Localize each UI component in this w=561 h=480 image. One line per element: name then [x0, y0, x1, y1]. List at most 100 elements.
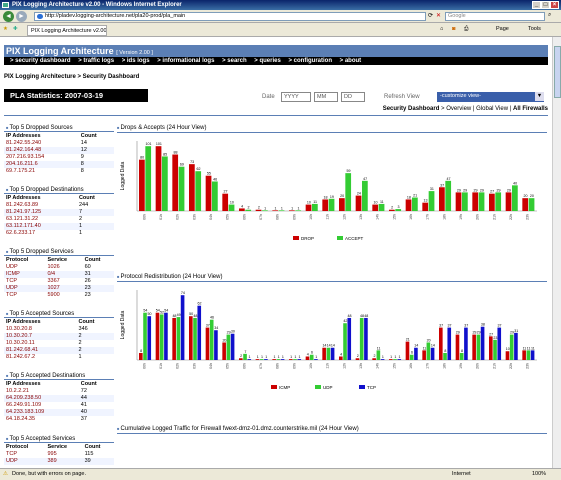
table-row[interactable]: 81.242.68.41 2 — [4, 347, 114, 354]
search-icon[interactable]: ⌕ — [548, 12, 551, 19]
table-row[interactable]: 207.216.93.154 9 — [4, 154, 114, 161]
tools-menu[interactable]: Tools — [528, 26, 541, 32]
table-row[interactable]: 63.112.171.40 1 — [4, 223, 114, 230]
scroll-thumb[interactable] — [554, 46, 561, 98]
table-row[interactable]: UDP 389 39 — [4, 458, 114, 465]
table-row[interactable]: UDP 1027 23 — [4, 285, 114, 292]
table-row[interactable]: 81.242.63.89 244 — [4, 202, 114, 209]
refresh-icon[interactable]: ⟳ — [428, 12, 433, 19]
menu-item-search[interactable]: > search — [222, 58, 247, 64]
table-cell[interactable]: TCP — [4, 278, 45, 285]
table-cell[interactable]: 81.242.55.240 — [4, 140, 79, 147]
forward-icon[interactable]: ► — [16, 11, 27, 22]
vertical-scrollbar[interactable] — [552, 37, 561, 468]
month-field[interactable]: MM — [314, 92, 338, 102]
table-row[interactable]: 62.6.233.17 1 — [4, 230, 114, 237]
table-cell[interactable]: 81.242.68.41 — [4, 347, 77, 354]
table-row[interactable]: 63.121.31.22 2 — [4, 216, 114, 223]
warning-icon[interactable]: ⚠ — [3, 469, 8, 480]
table-cell[interactable]: TCP — [4, 292, 45, 299]
table-row[interactable]: 10.30.20.7 2 — [4, 333, 114, 340]
feeds-icon[interactable]: ◙ — [452, 26, 455, 32]
stop-icon[interactable]: ✕ — [436, 12, 441, 19]
page-menu[interactable]: Page — [496, 26, 509, 32]
sidebar-section: Top 5 Dropped SourcesIP AddressesCount81… — [4, 123, 114, 175]
table-cell[interactable]: UDP — [4, 458, 46, 465]
zoom-level[interactable]: 100% — [532, 469, 546, 480]
menu-item-traffic-logs[interactable]: > traffic logs — [78, 58, 114, 64]
table-cell[interactable]: 10.30.20.7 — [4, 333, 77, 340]
table-row[interactable]: TCP 995 115 — [4, 451, 114, 458]
home-icon[interactable]: ⌂ — [440, 26, 443, 32]
bar — [189, 164, 195, 211]
year-field[interactable]: YYYY — [281, 92, 311, 102]
view-overview-link[interactable]: Overview — [446, 106, 471, 112]
view-global-link[interactable]: Global View — [476, 106, 508, 112]
data-label: 69 — [180, 163, 184, 167]
table-row[interactable]: 81.242.67.2 1 — [4, 354, 114, 361]
bar — [189, 316, 193, 360]
table-row[interactable]: 204.16.211.6 8 — [4, 161, 114, 168]
table-row[interactable]: 69.7.175.21 8 — [4, 168, 114, 175]
table-row[interactable]: 10.30.20.8 346 — [4, 326, 114, 333]
print-icon[interactable]: ⎙ — [464, 26, 468, 33]
table-cell[interactable]: UDP — [4, 285, 46, 292]
table-row[interactable]: 81.242.55.240 14 — [4, 140, 114, 147]
table-cell[interactable]: 81.242.67.2 — [4, 354, 77, 361]
table-cell: 1026 — [47, 264, 60, 270]
table-row[interactable]: UDP 1026 60 — [4, 264, 114, 271]
menu-item-configuration[interactable]: > configuration — [288, 58, 332, 64]
table-row[interactable]: 66.249.91.109 41 — [4, 402, 114, 409]
table-row[interactable]: 10.30.20.11 2 — [4, 340, 114, 347]
drops-accepts-chart: Logged Data8010100h1018501h886902h736203… — [120, 141, 537, 241]
table-row[interactable]: 81.241.97.125 7 — [4, 209, 114, 216]
table-cell[interactable]: 81.242.164.48 — [4, 147, 79, 154]
view-all-firewalls-link[interactable]: All Firewalls — [513, 106, 548, 112]
menu-item-about[interactable]: > about — [340, 58, 362, 64]
table-row[interactable]: 81.242.164.48 12 — [4, 147, 114, 154]
menu-item-ids-logs[interactable]: > ids logs — [122, 58, 150, 64]
table-cell[interactable]: 81.242.63.89 — [4, 202, 77, 209]
data-label: 1 — [275, 206, 277, 210]
table-cell[interactable]: 63.121.31.22 — [4, 216, 77, 223]
table-cell[interactable]: ICMP — [4, 271, 46, 278]
table-row[interactable]: TCP 3367 26 — [4, 278, 114, 285]
tab-pla[interactable]: PIX Logging Architecture v2.00 — [27, 25, 107, 36]
customize-view-select[interactable]: -customize view- ▼ — [437, 92, 544, 102]
table-cell[interactable]: 66.249.91.109 — [4, 402, 79, 409]
back-icon[interactable]: ◄ — [3, 11, 14, 22]
menu-item-queries[interactable]: > queries — [254, 58, 281, 64]
table-cell[interactable]: 204.16.211.6 — [4, 161, 79, 168]
table-cell[interactable]: 10.2.2.21 — [4, 388, 79, 395]
add-favorites-icon[interactable]: ✚ — [13, 26, 18, 32]
url-field[interactable]: http://pladev.logging-architecture.net/p… — [34, 12, 426, 21]
table-row[interactable]: 64.18.24.35 37 — [4, 416, 114, 423]
minimize-icon[interactable]: _ — [532, 1, 541, 9]
maximize-icon[interactable]: □ — [541, 1, 550, 9]
table-cell[interactable]: 63.112.171.40 — [4, 223, 77, 230]
table-cell[interactable]: 64.233.183.109 — [4, 409, 79, 416]
table-cell[interactable]: 64.209.238.50 — [4, 395, 79, 402]
refresh-view-link[interactable]: Refresh View — [384, 94, 420, 100]
table-cell[interactable]: 69.7.175.21 — [4, 168, 79, 175]
table-row[interactable]: TCP 5900 23 — [4, 292, 114, 299]
day-field[interactable]: DD — [341, 92, 365, 102]
table-row[interactable]: 10.2.2.21 72 — [4, 388, 114, 395]
table-row[interactable]: 64.209.238.50 44 — [4, 395, 114, 402]
table-cell[interactable]: 10.30.20.8 — [4, 326, 77, 333]
table-cell[interactable]: 64.18.24.35 — [4, 416, 79, 423]
table-cell[interactable]: 62.6.233.17 — [4, 230, 77, 237]
menu-item-security-dashboard[interactable]: > security dashboard — [10, 58, 71, 64]
search-input[interactable]: Google — [445, 12, 545, 21]
table-cell[interactable]: 81.241.97.125 — [4, 209, 77, 216]
table-cell[interactable]: TCP — [4, 451, 45, 458]
table-cell[interactable]: 207.216.93.154 — [4, 154, 79, 161]
table-cell[interactable]: 10.30.20.11 — [4, 340, 77, 347]
table-cell[interactable]: UDP — [4, 264, 45, 271]
favorites-star-icon[interactable]: ★ — [3, 26, 8, 32]
table-row[interactable]: ICMP 0/4 31 — [4, 271, 114, 278]
menu-item-informational-logs[interactable]: > informational logs — [157, 58, 214, 64]
table-row[interactable]: 64.233.183.109 40 — [4, 409, 114, 416]
tick-label: 16h — [409, 363, 413, 369]
close-icon[interactable]: × — [550, 1, 559, 9]
